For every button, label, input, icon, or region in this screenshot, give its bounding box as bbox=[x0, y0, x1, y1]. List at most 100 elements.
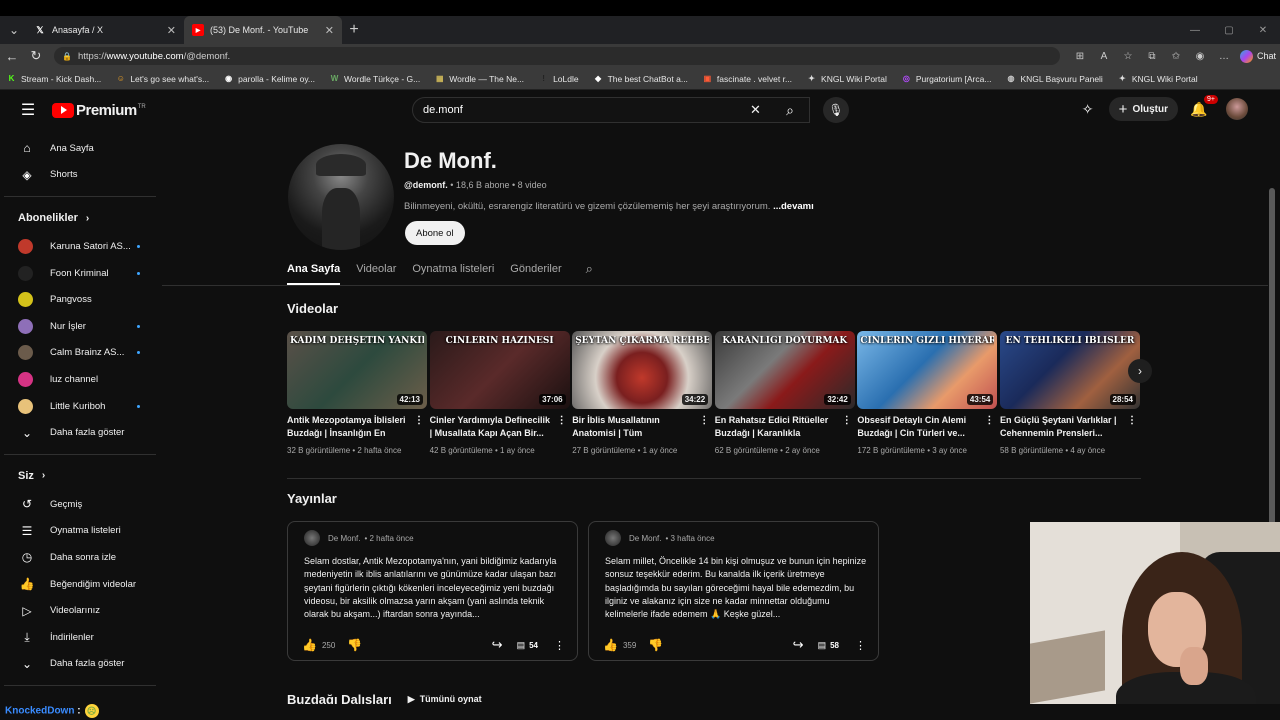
bookmark-item[interactable]: K Stream - Kick Dash... bbox=[6, 73, 102, 84]
more-vert-icon[interactable]: ⋮ bbox=[1127, 414, 1137, 427]
reload-icon[interactable]: ↻ bbox=[24, 48, 48, 64]
new-tab-button[interactable]: + bbox=[342, 21, 366, 39]
video-thumbnail[interactable]: EN TEHLİKELİ İBLİSLER 28:54 bbox=[999, 331, 1140, 409]
more-link[interactable]: ...devamı bbox=[773, 201, 814, 212]
youtube-premium-logo[interactable]: Premium TR bbox=[52, 102, 146, 119]
video-title[interactable]: En Güçlü Şeytani Varlıklar | Cehennemin … bbox=[1000, 414, 1137, 440]
bookmark-item[interactable]: W Wordle Türkçe - G... bbox=[329, 73, 421, 84]
sidebar-item-subscription[interactable]: Nur İşler bbox=[4, 313, 160, 340]
sidebar-item-subscription[interactable]: Little Kuriboh bbox=[4, 393, 160, 420]
post-author[interactable]: De Monf. bbox=[629, 534, 661, 543]
video-card[interactable]: CİNLERİN GİZLİ HİYERARŞİSİ 43:54 Obsesif D… bbox=[857, 331, 998, 455]
sidebar-item-watch-later[interactable]: ◷ Daha sonra izle bbox=[4, 544, 160, 571]
create-button[interactable]: + Oluştur bbox=[1108, 97, 1178, 121]
url-input[interactable]: 🔒 https://www.youtube.com/@demonf. bbox=[54, 47, 1060, 65]
sidebar-item-subscription[interactable]: luz channel bbox=[4, 366, 160, 393]
community-post[interactable]: De Monf. • 2 hafta önce Selam dostlar, Ant… bbox=[287, 521, 578, 661]
subscribe-button[interactable]: Abone ol bbox=[405, 221, 465, 245]
more-vert-icon[interactable]: ⋮ bbox=[557, 414, 567, 427]
video-title[interactable]: Cinler Yardımıyla Definecilik | Musallat… bbox=[430, 414, 567, 440]
post-author-avatar[interactable] bbox=[304, 530, 320, 546]
post-author-avatar[interactable] bbox=[605, 530, 621, 546]
favorites-icon[interactable]: ✩ bbox=[1164, 51, 1188, 62]
close-tab-icon[interactable]: ✕ bbox=[167, 24, 176, 37]
video-card[interactable]: CİNLERİN HAZİNESİ 37:06 Cinler Yardımıyla … bbox=[429, 331, 570, 455]
share-icon[interactable]: ↪ bbox=[793, 637, 804, 653]
bookmark-item[interactable]: ◎ Purgatorium [Arca... bbox=[901, 73, 992, 84]
more-menu-icon[interactable]: … bbox=[1212, 51, 1236, 62]
bookmark-item[interactable]: ! LoLdle bbox=[538, 73, 578, 84]
show-more-you[interactable]: ⌄ Daha fazla göster bbox=[4, 651, 160, 678]
show-more-subs[interactable]: ⌄ Daha fazla göster bbox=[4, 419, 160, 446]
more-vert-icon[interactable]: ⋮ bbox=[984, 414, 994, 427]
tab-posts[interactable]: Gönderiler bbox=[510, 254, 561, 284]
menu-hamburger-icon[interactable]: ☰ bbox=[8, 100, 48, 120]
comment-icon[interactable]: ▤ bbox=[517, 640, 526, 651]
post-author[interactable]: De Monf. bbox=[328, 534, 360, 543]
video-card[interactable]: EN TEHLİKELİ İBLİSLER 28:54 En Güçlü Şeyta… bbox=[999, 331, 1140, 455]
you-header[interactable]: Siz › bbox=[4, 461, 160, 491]
sidebar-item-liked[interactable]: 👍 Beğendiğim videolar bbox=[4, 571, 160, 598]
channel-avatar[interactable] bbox=[288, 144, 394, 250]
more-vert-icon[interactable]: ⋮ bbox=[699, 414, 709, 427]
channel-search-icon[interactable]: ⌕ bbox=[586, 254, 593, 284]
tab-home[interactable]: Ana Sayfa bbox=[287, 254, 341, 285]
video-thumbnail[interactable]: KADİM DEHŞETİN YANKILARI 42:13 bbox=[287, 331, 427, 409]
bookmark-item[interactable]: ◉ parolla - Kelime oy... bbox=[223, 73, 315, 84]
sidebar-item-home[interactable]: ⌂ Ana Sayfa bbox=[4, 135, 160, 162]
post-text[interactable]: Selam dostlar, Antik Mezopotamya'nın, ya… bbox=[304, 555, 566, 621]
video-thumbnail[interactable]: KARANLIĞI DOYURMAK 32:42 bbox=[714, 331, 855, 409]
bookmark-item[interactable]: ✦ KNGL Wiki Portal bbox=[1117, 73, 1198, 84]
bookmark-item[interactable]: ✦ KNGL Wiki Portal bbox=[806, 73, 887, 84]
video-card[interactable]: KARANLIĞI DOYURMAK 32:42 En Rahatsız Edici… bbox=[714, 331, 855, 455]
bookmark-item[interactable]: ▣ fascinate . velvet r... bbox=[702, 73, 792, 84]
chat-button[interactable]: Chat bbox=[1240, 49, 1276, 63]
video-title[interactable]: Bir İblis Musallatının Anatomisi | Tüm D… bbox=[572, 414, 709, 440]
video-title[interactable]: Antik Mezopotamya İblisleri Buzdağı | İn… bbox=[287, 414, 424, 440]
comment-icon[interactable]: ▤ bbox=[818, 640, 827, 651]
bookmark-item[interactable]: ▦ Wordle — The Ne... bbox=[434, 73, 524, 84]
video-thumbnail[interactable]: ŞEYTAN ÇIKARMA REHBERİ 34:22 bbox=[572, 331, 713, 409]
clear-search-icon[interactable]: ✕ bbox=[750, 102, 761, 118]
browser-tab-youtube[interactable]: ▶ (53) De Monf. - YouTube ✕ bbox=[184, 16, 342, 44]
channel-description[interactable]: Bilinmeyeni, okültü, esrarengiz literatü… bbox=[404, 201, 814, 212]
more-vert-icon[interactable]: ⋮ bbox=[855, 639, 866, 652]
profile-icon[interactable]: ◉ bbox=[1188, 51, 1212, 62]
notifications-bell-icon[interactable]: 🔔 9+ bbox=[1186, 94, 1218, 118]
favorite-star-icon[interactable]: ☆ bbox=[1116, 51, 1140, 62]
more-vert-icon[interactable]: ⋮ bbox=[414, 414, 424, 427]
video-title[interactable]: Obsesif Detaylı Cin Alemi Buzdağı | Cin … bbox=[857, 414, 994, 440]
translate-icon[interactable]: A bbox=[1092, 51, 1116, 62]
section-title-posts[interactable]: Yayınlar bbox=[287, 491, 337, 506]
sidebar-item-history[interactable]: ↺ Geçmiş bbox=[4, 491, 160, 518]
browser-tab-x[interactable]: 𝕏 Anasayfa / X ✕ bbox=[26, 16, 184, 44]
search-icon[interactable]: ⌕ bbox=[780, 100, 800, 120]
minimize-icon[interactable]: — bbox=[1178, 25, 1212, 36]
subscriptions-header[interactable]: Abonelikler › bbox=[4, 203, 160, 233]
sidebar-item-subscription[interactable]: Foon Kriminal bbox=[4, 260, 160, 287]
bookmark-item[interactable]: ◆ The best ChatBot a... bbox=[593, 73, 688, 84]
iceberg-title[interactable]: Buzdağı Dalışları bbox=[287, 692, 392, 704]
sidebar-item-downloads[interactable]: ⤓ İndirilenler bbox=[4, 624, 160, 651]
gemini-sparkle-icon[interactable]: ✧ bbox=[1075, 101, 1101, 118]
sidebar-item-subscription[interactable]: Karuna Satori AS... bbox=[4, 233, 160, 260]
like-icon[interactable]: 👍 bbox=[603, 638, 618, 652]
account-avatar[interactable] bbox=[1226, 98, 1248, 120]
video-card[interactable]: KADİM DEHŞETİN YANKILARI 42:13 Antik Mezop… bbox=[287, 331, 427, 455]
like-icon[interactable]: 👍 bbox=[302, 638, 317, 652]
sidebar-item-shorts[interactable]: ◈ Shorts bbox=[4, 162, 160, 189]
sidebar-item-subscription[interactable]: Pangvoss bbox=[4, 286, 160, 313]
section-title-videos[interactable]: Videolar bbox=[287, 301, 338, 316]
play-all-button[interactable]: ▶ Tümünü oynat bbox=[408, 694, 482, 704]
back-arrow-icon[interactable]: ← bbox=[0, 49, 24, 64]
sidebar-item-your-videos[interactable]: ▷ Videolarınız bbox=[4, 597, 160, 624]
share-icon[interactable]: ↪ bbox=[492, 637, 503, 653]
shelf-next-arrow-icon[interactable]: › bbox=[1128, 359, 1152, 383]
video-thumbnail[interactable]: CİNLERİN GİZLİ HİYERARŞİSİ 43:54 bbox=[857, 331, 998, 409]
apps-icon[interactable]: ⊞ bbox=[1068, 51, 1092, 62]
video-card[interactable]: ŞEYTAN ÇIKARMA REHBERİ 34:22 Bir İblis Mus… bbox=[572, 331, 713, 455]
bookmark-item[interactable]: ◍ KNGL Başvuru Paneli bbox=[1005, 73, 1102, 84]
tab-list-button[interactable]: ⌄ bbox=[2, 19, 26, 41]
video-title[interactable]: En Rahatsız Edici Ritüeller Buzdağı | Ka… bbox=[715, 414, 852, 440]
more-vert-icon[interactable]: ⋮ bbox=[842, 414, 852, 427]
